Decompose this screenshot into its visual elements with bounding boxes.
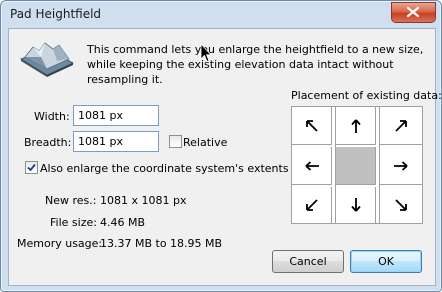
placement-grid	[291, 106, 423, 224]
description-line-2: while keeping the existing elevation dat…	[87, 58, 394, 86]
placement-top-right[interactable]	[380, 107, 422, 145]
file-size-value: 4.46 MB	[100, 216, 146, 229]
file-size-label: File size:	[50, 216, 97, 229]
bottom-left-arrow-icon	[305, 199, 318, 211]
mouse-cursor-icon	[200, 43, 212, 63]
checkmark-icon	[27, 163, 36, 172]
grid-divider	[379, 107, 380, 223]
width-input[interactable]: 1081 px	[73, 105, 159, 126]
bottom-right-arrow-icon	[395, 199, 407, 211]
breadth-label: Breadth:	[24, 136, 72, 149]
extents-label[interactable]: Also enlarge the coordinate system's ext…	[40, 162, 289, 175]
placement-bottom[interactable]	[336, 187, 376, 223]
placement-top[interactable]	[336, 107, 376, 145]
placement-label: Placement of existing data:	[291, 89, 442, 102]
memory-usage-label: Memory usage:	[17, 237, 103, 250]
placement-bottom-left[interactable]	[292, 187, 332, 223]
description: This command lets you enlarge the height…	[87, 42, 427, 87]
grid-divider	[335, 107, 336, 223]
placement-top-left[interactable]	[292, 107, 332, 145]
window-title: Pad Heightfield	[10, 7, 102, 21]
relative-checkbox[interactable]	[169, 135, 182, 148]
right-arrow-icon	[394, 160, 408, 171]
placement-center-selected[interactable]	[336, 147, 376, 185]
down-arrow-icon	[350, 198, 361, 212]
relative-label[interactable]: Relative	[183, 136, 227, 149]
left-arrow-icon	[304, 160, 319, 171]
new-res-value: 1081 x 1081 px	[100, 194, 187, 207]
placement-right[interactable]	[380, 147, 422, 185]
new-res-label: New res.:	[45, 194, 97, 207]
extents-checkbox[interactable]	[25, 161, 38, 174]
placement-left[interactable]	[292, 147, 332, 185]
up-arrow-icon	[350, 118, 361, 133]
close-button[interactable]	[391, 2, 436, 23]
memory-usage-value: 13.37 MB to 18.95 MB	[100, 237, 223, 250]
ok-button[interactable]: OK	[350, 250, 422, 273]
top-right-arrow-icon	[395, 119, 407, 132]
heightfield-icon	[20, 42, 74, 77]
cancel-button[interactable]: Cancel	[272, 250, 344, 273]
close-icon	[407, 7, 419, 17]
breadth-input[interactable]: 1081 px	[73, 131, 159, 152]
top-left-arrow-icon	[305, 119, 318, 132]
width-label: Width:	[34, 110, 70, 123]
placement-bottom-right[interactable]	[380, 187, 422, 223]
title-bar[interactable]: Pad Heightfield	[1, 1, 441, 27]
description-line-1: This command lets you enlarge the height…	[87, 43, 424, 56]
